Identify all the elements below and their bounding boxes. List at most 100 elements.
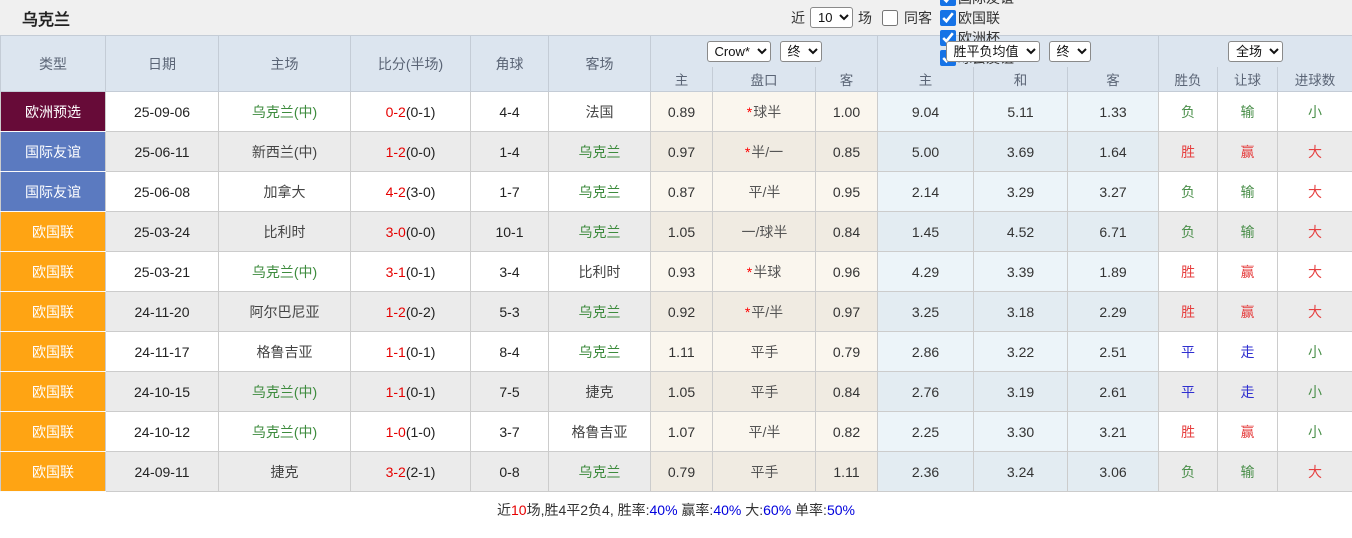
score-cell: 3-2(2-1) <box>351 452 471 492</box>
handicap-line: 平手 <box>713 372 816 412</box>
half-time-score: (0-1) <box>406 104 436 120</box>
asterisk-mark: * <box>745 304 750 320</box>
handicap-away-odds: 0.85 <box>816 132 878 172</box>
asterisk-mark: * <box>745 144 750 160</box>
table-row: 欧国联 25-03-21 乌克兰(中) 3-1(0-1) 3-4 比利时 0.9… <box>1 252 1352 292</box>
score-cell: 3-1(0-1) <box>351 252 471 292</box>
match-type-badge: 欧国联 <box>1 372 106 412</box>
europe-away-odds: 3.21 <box>1068 412 1159 452</box>
handicap-line-text: 平手 <box>751 344 779 360</box>
column-header-corner: 角球 <box>471 36 549 92</box>
recent-count-select[interactable]: 10 <box>810 7 853 28</box>
europe-away-odds: 2.61 <box>1068 372 1159 412</box>
goals-result: 小 <box>1278 92 1352 132</box>
europe-time-select[interactable]: 终 <box>1049 41 1091 62</box>
corner-count: 3-4 <box>471 252 549 292</box>
half-time-score: (3-0) <box>406 184 436 200</box>
handicap-away-odds: 0.97 <box>816 292 878 332</box>
away-team: 格鲁吉亚 <box>549 412 651 452</box>
competition-filter-2[interactable]: 欧国联 <box>932 8 1014 28</box>
handicap-result: 赢 <box>1218 412 1278 452</box>
match-date: 25-06-08 <box>106 172 219 212</box>
full-time-score: 3-1 <box>386 264 406 280</box>
win-draw-loss-result: 胜 <box>1159 132 1218 172</box>
half-time-score: (0-1) <box>406 344 436 360</box>
competition-checkbox[interactable] <box>940 0 956 6</box>
win-draw-loss-result: 胜 <box>1159 292 1218 332</box>
same-away-checkbox[interactable] <box>882 10 898 26</box>
europe-draw-odds: 5.11 <box>974 92 1068 132</box>
europe-home-odds: 9.04 <box>878 92 974 132</box>
handicap-away-odds: 0.79 <box>816 332 878 372</box>
full-time-score: 3-2 <box>386 464 406 480</box>
handicap-result: 赢 <box>1218 252 1278 292</box>
match-date: 25-03-21 <box>106 252 219 292</box>
away-team: 乌克兰 <box>549 132 651 172</box>
full-time-score: 3-0 <box>386 224 406 240</box>
match-type-badge: 欧洲预选 <box>1 92 106 132</box>
win-draw-loss-result: 负 <box>1159 212 1218 252</box>
table-row: 欧国联 25-03-24 比利时 3-0(0-0) 10-1 乌克兰 1.05 … <box>1 212 1352 252</box>
subheader-handicap-home: 主 <box>651 67 713 92</box>
table-row: 欧国联 24-11-17 格鲁吉亚 1-1(0-1) 8-4 乌克兰 1.11 … <box>1 332 1352 372</box>
competition-checkbox[interactable] <box>940 10 956 26</box>
summary-segment: 40% <box>650 502 678 518</box>
goals-result: 大 <box>1278 292 1352 332</box>
away-team: 乌克兰 <box>549 172 651 212</box>
europe-away-odds: 1.64 <box>1068 132 1159 172</box>
europe-away-odds: 2.29 <box>1068 292 1159 332</box>
europe-draw-odds: 3.30 <box>974 412 1068 452</box>
match-type-badge: 国际友谊 <box>1 132 106 172</box>
handicap-away-odds: 0.84 <box>816 372 878 412</box>
handicap-home-odds: 1.05 <box>651 212 713 252</box>
handicap-company-select[interactable]: Crow* <box>707 41 771 62</box>
handicap-home-odds: 0.92 <box>651 292 713 332</box>
europe-home-odds: 3.25 <box>878 292 974 332</box>
europe-home-odds: 2.14 <box>878 172 974 212</box>
win-draw-loss-result: 胜 <box>1159 412 1218 452</box>
handicap-line: *半球 <box>713 252 816 292</box>
home-team: 乌克兰(中) <box>219 372 351 412</box>
handicap-away-odds: 0.95 <box>816 172 878 212</box>
subheader-handicap-away: 客 <box>816 67 878 92</box>
away-team: 比利时 <box>549 252 651 292</box>
handicap-away-odds: 1.00 <box>816 92 878 132</box>
score-cell: 1-2(0-2) <box>351 292 471 332</box>
handicap-time-select[interactable]: 终 <box>780 41 822 62</box>
table-row: 欧洲预选 25-09-06 乌克兰(中) 0-2(0-1) 4-4 法国 0.8… <box>1 92 1352 132</box>
goals-result: 大 <box>1278 452 1352 492</box>
summary-segment: 单率: <box>791 500 827 520</box>
handicap-result: 赢 <box>1218 132 1278 172</box>
goals-result: 小 <box>1278 412 1352 452</box>
result-scope-controls: 全场 <box>1159 36 1352 67</box>
match-type-badge: 欧国联 <box>1 412 106 452</box>
competition-label: 欧国联 <box>958 8 1000 28</box>
half-time-score: (0-2) <box>406 304 436 320</box>
competition-filter-1[interactable]: 国际友谊 <box>932 0 1014 8</box>
handicap-home-odds: 0.93 <box>651 252 713 292</box>
europe-draw-odds: 3.39 <box>974 252 1068 292</box>
full-time-score: 1-0 <box>386 424 406 440</box>
europe-company-select[interactable]: 胜平负均值 <box>946 41 1040 62</box>
score-cell: 3-0(0-0) <box>351 212 471 252</box>
score-cell: 0-2(0-1) <box>351 92 471 132</box>
column-header-type: 类型 <box>1 36 106 92</box>
team-title: 乌克兰 <box>22 6 70 30</box>
away-team: 法国 <box>549 92 651 132</box>
score-cell: 1-1(0-1) <box>351 332 471 372</box>
handicap-result: 输 <box>1218 452 1278 492</box>
match-date: 25-06-11 <box>106 132 219 172</box>
subheader-wdl: 胜负 <box>1159 67 1218 92</box>
half-time-score: (0-1) <box>406 384 436 400</box>
handicap-result: 走 <box>1218 372 1278 412</box>
asterisk-mark: * <box>747 104 752 120</box>
handicap-line: *球半 <box>713 92 816 132</box>
scope-select[interactable]: 全场 <box>1228 41 1283 62</box>
handicap-line: 一/球半 <box>713 212 816 252</box>
table-row: 国际友谊 25-06-11 新西兰(中) 1-2(0-0) 1-4 乌克兰 0.… <box>1 132 1352 172</box>
europe-draw-odds: 3.29 <box>974 172 1068 212</box>
half-time-score: (1-0) <box>406 424 436 440</box>
full-time-score: 1-2 <box>386 304 406 320</box>
same-away-filter[interactable]: 同客 <box>872 8 932 28</box>
subheader-europe-away: 客 <box>1068 67 1159 92</box>
